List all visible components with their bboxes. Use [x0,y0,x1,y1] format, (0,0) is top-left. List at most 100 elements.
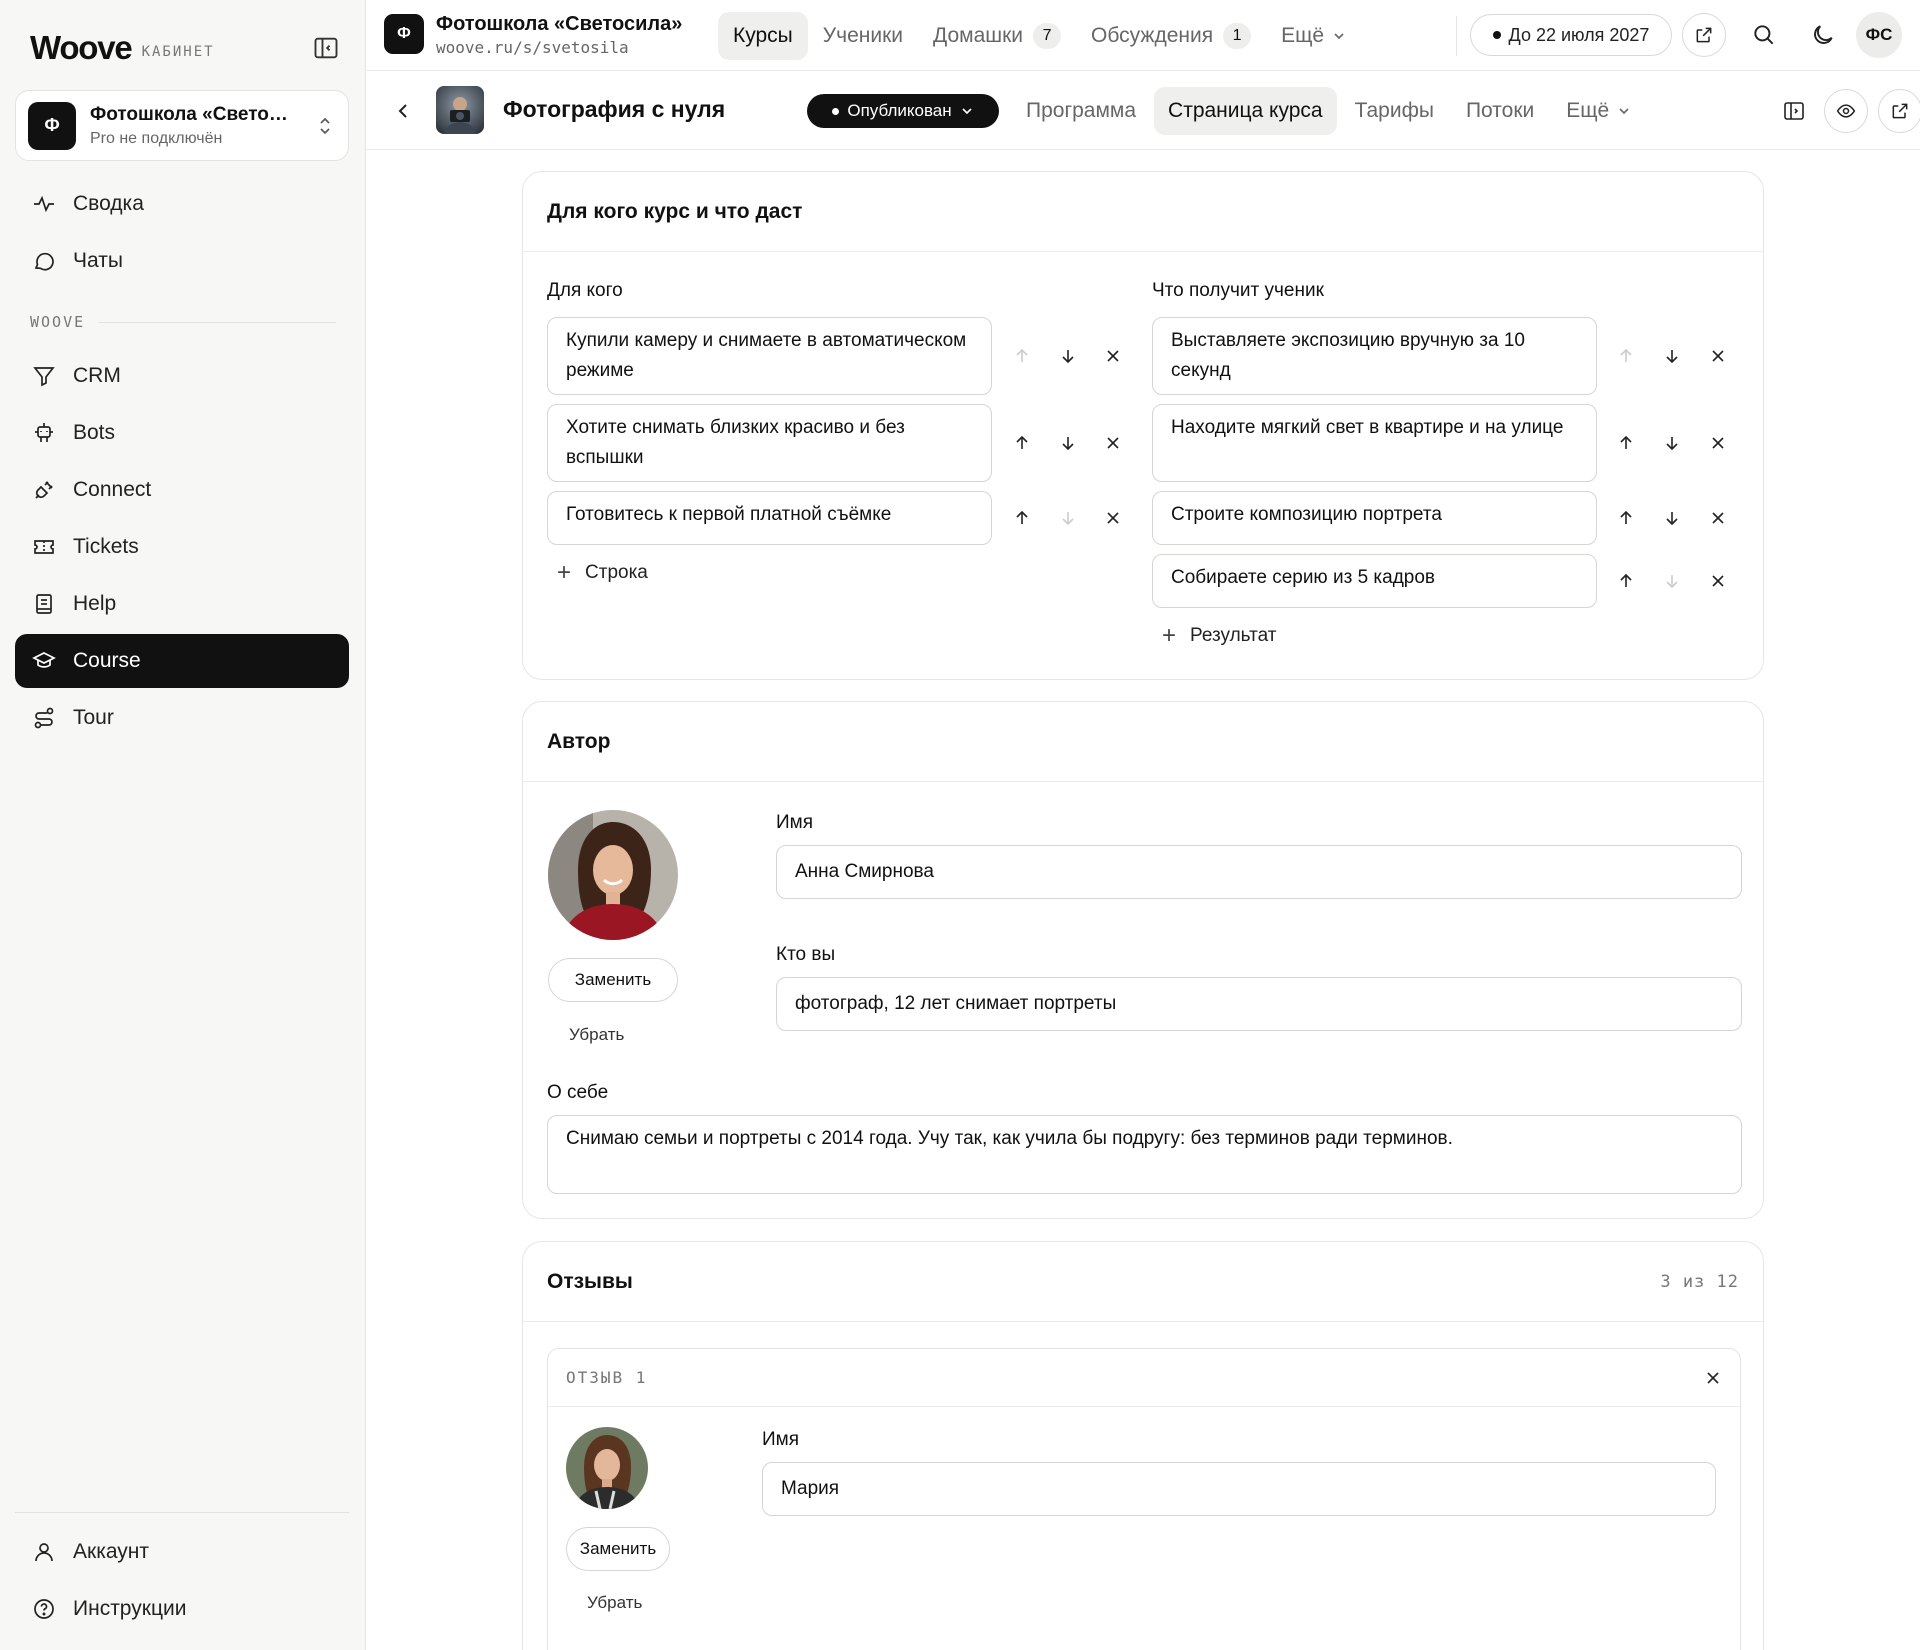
add-result-button[interactable]: + Результат [1162,622,1276,650]
move-down-button[interactable] [1657,428,1687,458]
status-label: Опубликован [847,101,952,120]
preview-button[interactable] [1824,89,1868,133]
add-row-button[interactable]: + Строка [557,559,648,587]
move-up-button[interactable] [1007,503,1037,533]
sidebar-item-label: Чаты [73,249,123,272]
sidebar-item-chats[interactable]: Чаты [15,234,349,288]
move-down-button[interactable] [1053,428,1083,458]
remove-row-button[interactable] [1098,428,1128,458]
remove-row-button[interactable] [1703,503,1733,533]
move-down-button[interactable] [1657,341,1687,371]
result-field[interactable]: Выставляете экспозицию вручную за 10 сек… [1152,317,1597,395]
top-nav-more[interactable]: Ещё [1266,12,1361,60]
author-role-input[interactable]: фотограф, 12 лет снимает портреты [776,977,1742,1031]
move-down-button[interactable] [1657,503,1687,533]
author-bio-textarea[interactable]: Снимаю семьи и портреты с 2014 года. Учу… [547,1115,1742,1194]
add-row-label: Строка [585,562,648,583]
move-down-button[interactable] [1053,503,1083,533]
remove-photo-link[interactable]: Убрать [587,1593,642,1613]
card-title: Для кого курс и что даст [523,172,1763,252]
tab-label: Страница курса [1168,99,1323,122]
sidebar-item-connect[interactable]: Connect [15,463,349,517]
logo[interactable]: Woove [30,29,133,67]
move-up-button[interactable] [1007,428,1037,458]
remove-row-button[interactable] [1703,566,1733,596]
sidebar-item-tickets[interactable]: Tickets [15,520,349,574]
sidebar-item-course[interactable]: Course [15,634,349,688]
org-switcher[interactable]: Ф Фотошкола «Свето… Pro не подключён [15,90,349,161]
move-up-button[interactable] [1611,341,1641,371]
reviewer-name-input[interactable]: Мария [762,1462,1716,1516]
arrow-up-icon [1013,509,1031,527]
back-button[interactable] [386,94,420,128]
tab-program[interactable]: Программа [1012,87,1150,135]
remove-row-button[interactable] [1703,341,1733,371]
sidebar-item-label: Сводка [73,192,144,215]
sidebar-item-label: Course [73,649,141,672]
remove-row-button[interactable] [1098,503,1128,533]
sidebar-item-account[interactable]: Аккаунт [15,1525,349,1579]
result-field[interactable]: Строите композицию портрета [1152,491,1597,545]
tab-streams[interactable]: Потоки [1452,87,1548,135]
sidebar-item-summary[interactable]: Сводка [15,177,349,231]
arrow-down-icon [1663,347,1681,365]
site-title[interactable]: Фотошкола «Светосила» [436,13,682,36]
move-up-button[interactable] [1611,503,1641,533]
tab-more[interactable]: Ещё [1552,87,1645,135]
close-icon [1709,434,1727,452]
author-card: Автор Заменить Убрать Имя Анна Смирнова … [522,701,1764,1219]
plan-expiry-badge[interactable]: До 22 июля 2027 [1470,14,1672,56]
user-avatar[interactable]: ФС [1856,12,1902,58]
move-up-button[interactable] [1611,566,1641,596]
top-nav-homework[interactable]: Домашки 7 [918,12,1076,60]
move-up-button[interactable] [1611,428,1641,458]
arrow-down-icon [1059,434,1077,452]
tab-label: Ещё [1566,99,1610,122]
move-down-button[interactable] [1053,341,1083,371]
move-up-button[interactable] [1007,341,1037,371]
sidebar-item-help[interactable]: Help [15,577,349,631]
theme-toggle-button[interactable] [1801,13,1845,57]
site-url[interactable]: woove.ru/s/svetosila [436,38,629,57]
toggle-panel-button[interactable] [1772,89,1816,133]
tab-pricing[interactable]: Тарифы [1341,87,1448,135]
tab-label: Тарифы [1354,99,1434,122]
sidebar-item-tour[interactable]: Tour [15,691,349,745]
result-field[interactable]: Собираете серию из 5 кадров [1152,554,1597,608]
for-whom-field[interactable]: Готовитесь к первой платной съёмке [547,491,992,545]
move-down-button[interactable] [1657,566,1687,596]
search-button[interactable] [1742,13,1786,57]
replace-photo-button[interactable]: Заменить [566,1527,670,1571]
site-avatar[interactable]: Ф [384,14,424,54]
sidebar-item-crm[interactable]: CRM [15,349,349,403]
author-name-input[interactable]: Анна Смирнова [776,845,1742,899]
open-course-button[interactable] [1878,89,1920,133]
author-photo[interactable] [548,810,678,940]
for-whom-label: Для кого [547,280,623,301]
course-header: Фотография с нуля Опубликован Программа … [366,72,1920,150]
sidebar-collapse-icon[interactable] [312,34,340,62]
reviewer-photo[interactable] [566,1427,648,1509]
sidebar-item-instructions[interactable]: Инструкции [15,1582,349,1636]
sidebar-nav-footer: Аккаунт Инструкции [15,1525,349,1639]
top-nav-discussions[interactable]: Обсуждения 1 [1076,12,1266,60]
publish-status-dropdown[interactable]: Опубликован [807,94,999,128]
for-whom-field[interactable]: Купили камеру и снимаете в автоматическо… [547,317,992,395]
top-nav-students[interactable]: Ученики [808,12,918,60]
tab-course-page[interactable]: Страница курса [1154,87,1337,135]
remove-photo-link[interactable]: Убрать [569,1025,624,1045]
close-icon[interactable] [1704,1369,1722,1387]
top-nav-courses[interactable]: Курсы [718,12,808,60]
course-cover-image[interactable] [436,86,484,134]
remove-row-button[interactable] [1098,341,1128,371]
external-link-icon [1890,101,1910,121]
remove-row-button[interactable] [1703,428,1733,458]
replace-photo-button[interactable]: Заменить [548,958,678,1002]
for-whom-field[interactable]: Хотите снимать близких красиво и без всп… [547,404,992,482]
button-label: Заменить [579,1539,657,1558]
result-field[interactable]: Находите мягкий свет в квартире и на ули… [1152,404,1597,482]
sidebar-item-bots[interactable]: Bots [15,406,349,460]
arrow-up-icon [1617,347,1635,365]
sidebar-divider [15,1512,349,1513]
open-site-button[interactable] [1682,13,1726,57]
